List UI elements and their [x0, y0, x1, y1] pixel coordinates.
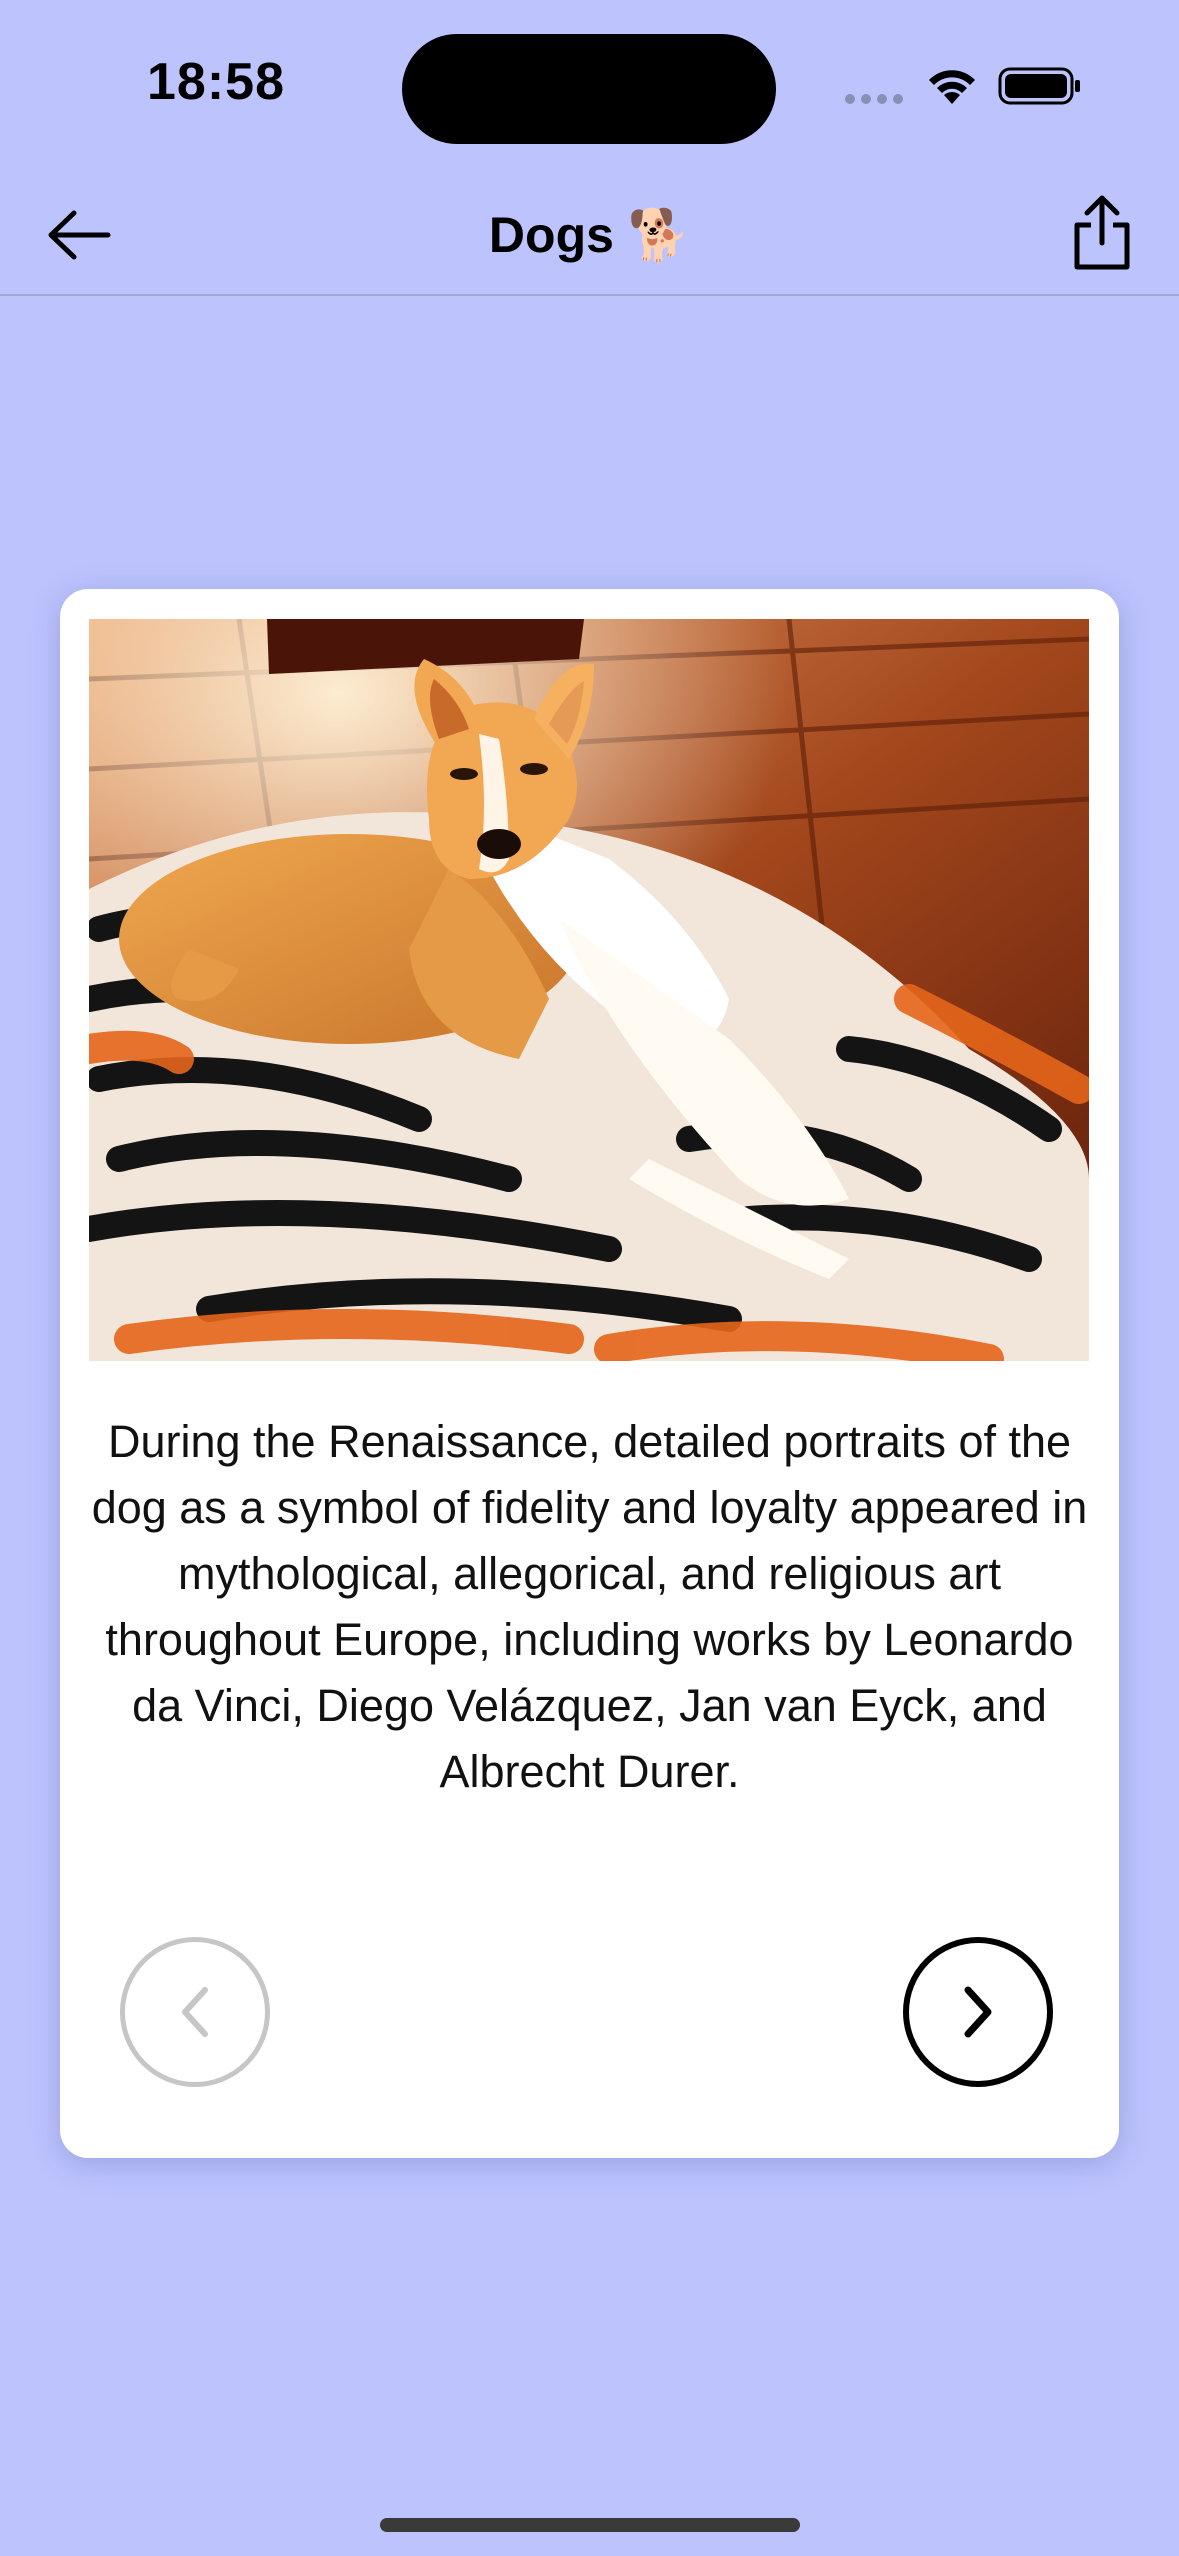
signal-icon — [845, 94, 905, 108]
dog-photo — [89, 619, 1089, 1361]
navigation-bar: Dogs 🐕 — [0, 170, 1179, 296]
chevron-left-icon — [182, 1987, 208, 2037]
chevron-right-icon — [964, 1986, 992, 2038]
home-indicator[interactable] — [380, 2518, 800, 2532]
share-button[interactable] — [1062, 188, 1142, 278]
status-time: 18:58 — [147, 53, 285, 111]
next-button[interactable] — [903, 1937, 1053, 2087]
dynamic-island — [402, 34, 776, 144]
previous-button[interactable] — [120, 1937, 270, 2087]
battery-icon — [998, 66, 1082, 106]
share-icon — [1074, 195, 1130, 270]
fact-text: During the Renaissance, detailed portrai… — [91, 1416, 1088, 1797]
status-bar: 18:58 — [0, 0, 1179, 170]
page-title: Dogs 🐕 — [488, 207, 691, 263]
wifi-icon — [925, 64, 979, 106]
fact-card: During the Renaissance, detailed portrai… — [60, 589, 1119, 2158]
